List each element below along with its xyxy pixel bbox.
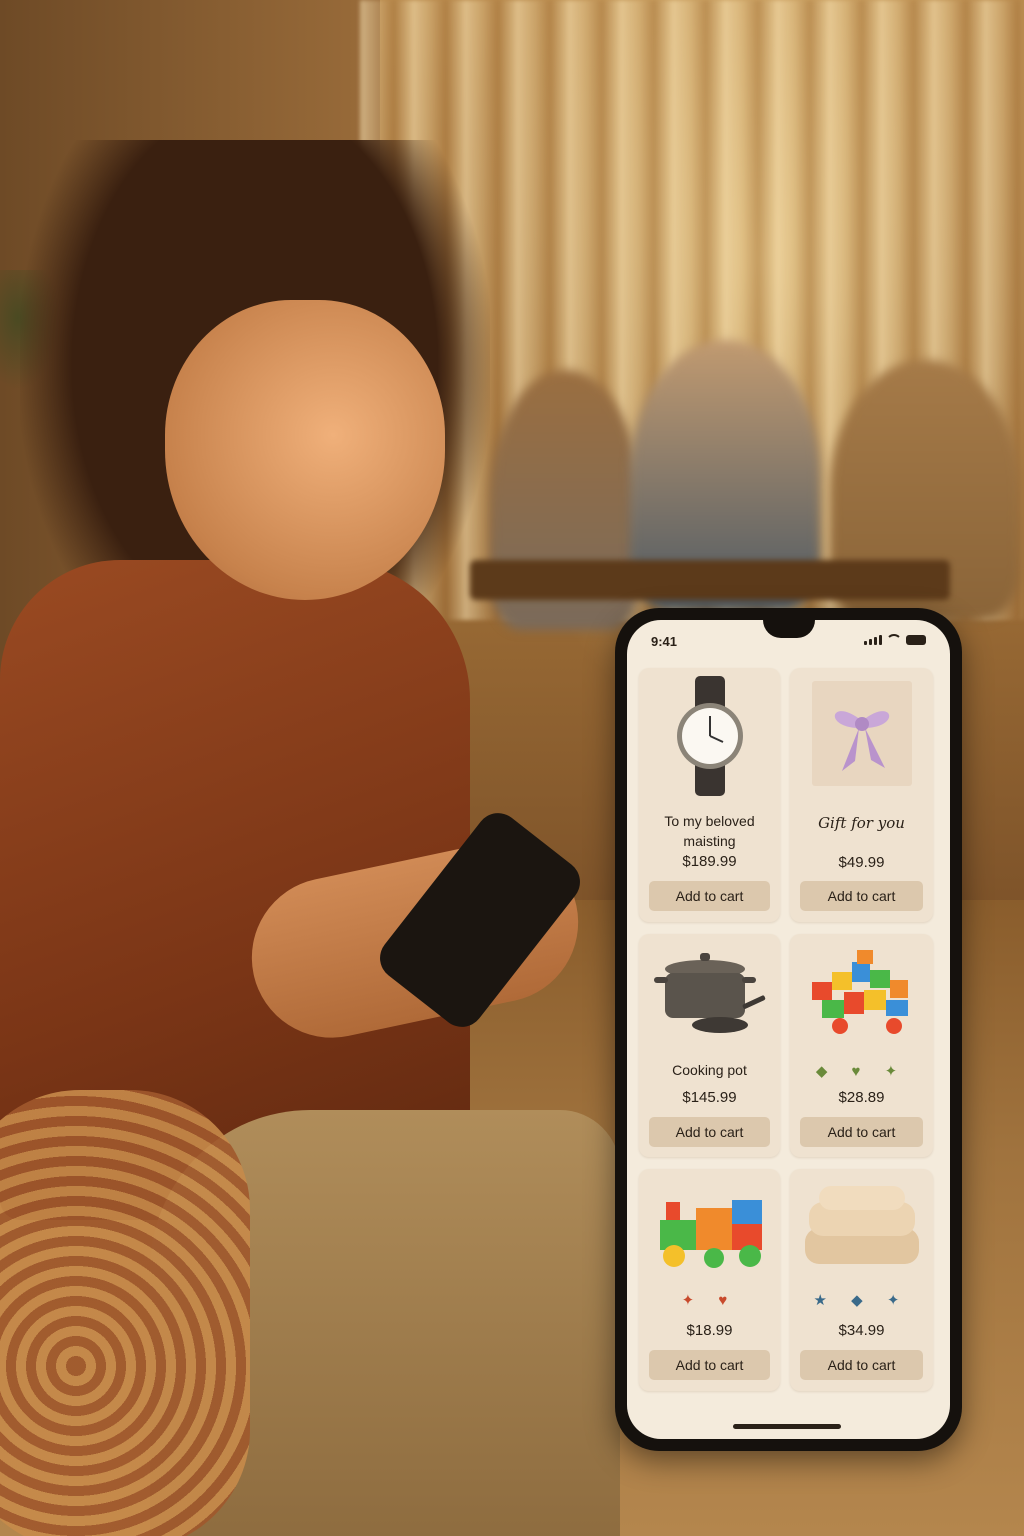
product-card[interactable]: ★ ◆ ✦ $34.99 Add to cart xyxy=(790,1169,933,1391)
add-to-cart-button[interactable]: Add to cart xyxy=(800,1350,923,1380)
product-card[interactable]: ✦ ♥ $18.99 Add to cart xyxy=(639,1169,780,1391)
add-to-cart-button[interactable]: Add to cart xyxy=(800,881,923,911)
product-decorations: ✦ ♥ xyxy=(681,1292,738,1309)
product-grid: To my beloved maisting $189.99 Add to ca… xyxy=(639,668,934,1391)
toy-train-icon xyxy=(639,1177,780,1277)
woman-face xyxy=(165,300,445,600)
dining-table xyxy=(470,560,950,600)
status-icons xyxy=(864,634,926,645)
folded-towel-icon xyxy=(790,1177,933,1277)
phone-mockup: 9:41 To my beloved maisting $189.99 Add … xyxy=(615,608,962,1451)
product-price: $145.99 xyxy=(682,1089,737,1106)
product-name: Cooking pot xyxy=(672,1062,747,1078)
gift-box-icon xyxy=(790,676,933,796)
signal-icon xyxy=(864,635,882,645)
building-blocks-icon xyxy=(790,942,933,1042)
add-to-cart-button[interactable]: Add to cart xyxy=(649,881,770,911)
product-price: $189.99 xyxy=(682,853,737,870)
add-to-cart-button[interactable]: Add to cart xyxy=(649,1350,770,1380)
product-price: $49.99 xyxy=(838,854,885,871)
patterned-pillow xyxy=(0,1090,250,1536)
camera-notch xyxy=(763,620,815,638)
product-price: $18.99 xyxy=(686,1322,733,1339)
product-card[interactable]: Cooking pot $145.99 Add to cart xyxy=(639,934,780,1157)
product-price: $34.99 xyxy=(838,1322,885,1339)
status-time: 9:41 xyxy=(651,634,678,649)
watch-icon xyxy=(639,676,780,796)
product-caption: Gift for you xyxy=(818,814,905,832)
product-card[interactable]: ◆ ♥ ✦ $28.89 Add to cart xyxy=(790,934,933,1157)
cooking-pot-icon xyxy=(639,942,780,1042)
product-decorations: ◆ ♥ ✦ xyxy=(815,1063,908,1080)
phone-screen: 9:41 To my beloved maisting $189.99 Add … xyxy=(627,620,950,1439)
product-price: $28.89 xyxy=(838,1089,885,1106)
wifi-icon xyxy=(886,634,902,645)
product-name: maisting xyxy=(683,833,736,849)
product-name: To my beloved xyxy=(664,813,755,829)
add-to-cart-button[interactable]: Add to cart xyxy=(649,1117,770,1147)
product-card[interactable]: Gift for you $49.99 Add to cart xyxy=(790,668,933,922)
home-indicator[interactable] xyxy=(733,1424,841,1429)
battery-icon xyxy=(906,635,926,645)
product-card[interactable]: To my beloved maisting $189.99 Add to ca… xyxy=(639,668,780,922)
product-decorations: ★ ◆ ✦ xyxy=(813,1292,910,1309)
add-to-cart-button[interactable]: Add to cart xyxy=(800,1117,923,1147)
